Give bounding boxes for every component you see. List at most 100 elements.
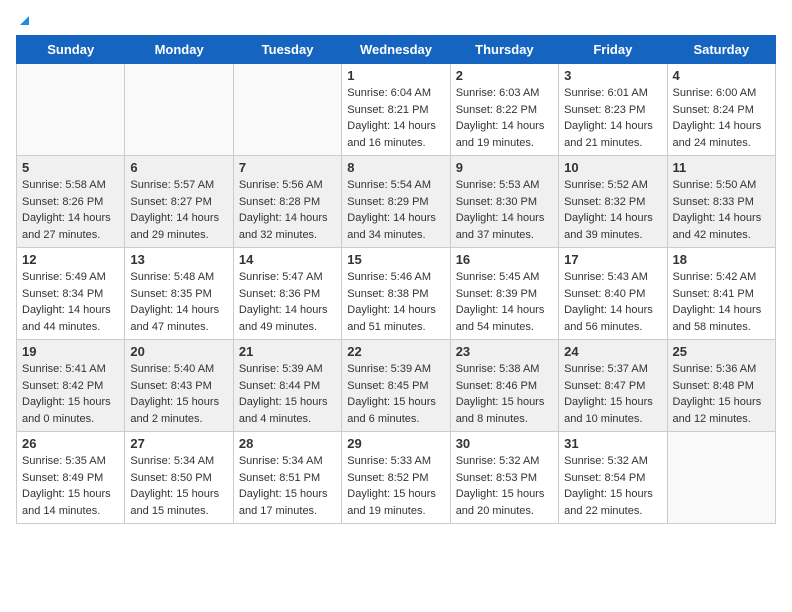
- sunrise-text: Sunrise: 5:52 AM: [564, 177, 661, 194]
- sunset-text: Sunset: 8:38 PM: [347, 286, 444, 303]
- sunrise-text: Sunrise: 5:50 AM: [673, 177, 770, 194]
- sunrise-text: Sunrise: 5:41 AM: [22, 361, 119, 378]
- calendar-cell: 9Sunrise: 5:53 AMSunset: 8:30 PMDaylight…: [450, 156, 558, 248]
- calendar-cell: 12Sunrise: 5:49 AMSunset: 8:34 PMDayligh…: [17, 248, 125, 340]
- calendar-cell: 1Sunrise: 6:04 AMSunset: 8:21 PMDaylight…: [342, 64, 450, 156]
- day-number: 18: [673, 252, 770, 267]
- sunrise-text: Sunrise: 5:48 AM: [130, 269, 227, 286]
- calendar-cell: 28 Sunrise: 5:34 AMSunset: 8:51 PMDayligh…: [233, 432, 341, 524]
- day-number: 4: [673, 68, 770, 83]
- sunset-text: Sunset: 8:21 PM: [347, 102, 444, 119]
- day-info: Sunrise: 5:57 AMSunset: 8:27 PMDaylight:…: [130, 177, 227, 243]
- sunset-text: Sunset: 8:39 PM: [456, 286, 553, 303]
- calendar-cell: 27Sunrise: 5:34 AMSunset: 8:50 PMDayligh…: [125, 432, 233, 524]
- daylight-text: Daylight: 15 hours and 22 minutes.: [564, 486, 661, 519]
- sunrise-text: Sunrise: 5:40 AM: [130, 361, 227, 378]
- daylight-text: Daylight: 14 hours and 27 minutes.: [22, 210, 119, 243]
- sunset-text: Sunset: 8:50 PM: [130, 470, 227, 487]
- day-info: Sunrise: 5:34 AMSunset: 8:50 PMDaylight:…: [130, 453, 227, 519]
- sunset-text: Sunset: 8:53 PM: [456, 470, 553, 487]
- sunrise-text: Sunrise: 5:37 AM: [564, 361, 661, 378]
- day-number: 22: [347, 344, 444, 359]
- calendar-cell: 15 Sunrise: 5:46 AMSunset: 8:38 PMDayligh…: [342, 248, 450, 340]
- calendar-cell: [125, 64, 233, 156]
- sunrise-text: Sunrise: 5:34 AM: [239, 453, 336, 470]
- day-info: Sunrise: 5:38 AMSunset: 8:46 PMDaylight:…: [456, 361, 553, 427]
- sunrise-text: Sunrise: 5:43 AM: [564, 269, 661, 286]
- sunrise-text: Sunrise: 5:46 AM: [347, 269, 444, 286]
- day-number: 19: [22, 344, 119, 359]
- sunset-text: Sunset: 8:46 PM: [456, 378, 553, 395]
- sunset-text: Sunset: 8:32 PM: [564, 194, 661, 211]
- sunrise-text: Sunrise: 5:57 AM: [130, 177, 227, 194]
- weekday-header: Friday: [559, 36, 667, 64]
- day-number: 15: [347, 252, 444, 267]
- day-number: 11: [673, 160, 770, 175]
- sunrise-text: Sunrise: 5:45 AM: [456, 269, 553, 286]
- sunset-text: Sunset: 8:42 PM: [22, 378, 119, 395]
- calendar-cell: 3 Sunrise: 6:01 AMSunset: 8:23 PMDaylight…: [559, 64, 667, 156]
- sunrise-text: Sunrise: 5:42 AM: [673, 269, 770, 286]
- calendar-cell: 18Sunrise: 5:42 AMSunset: 8:41 PMDayligh…: [667, 248, 775, 340]
- calendar-cell: 5Sunrise: 5:58 AMSunset: 8:26 PMDaylight…: [17, 156, 125, 248]
- weekday-header: Thursday: [450, 36, 558, 64]
- day-info: Sunrise: 5:56 AMSunset: 8:28 PMDaylight:…: [239, 177, 336, 243]
- sunrise-text: Sunrise: 5:39 AM: [239, 361, 336, 378]
- sunset-text: Sunset: 8:33 PM: [673, 194, 770, 211]
- sunset-text: Sunset: 8:48 PM: [673, 378, 770, 395]
- day-info: Sunrise: 6:04 AMSunset: 8:21 PMDaylight:…: [347, 85, 444, 151]
- sunset-text: Sunset: 8:22 PM: [456, 102, 553, 119]
- weekday-header: Tuesday: [233, 36, 341, 64]
- daylight-text: Daylight: 15 hours and 2 minutes.: [130, 394, 227, 427]
- calendar-cell: [17, 64, 125, 156]
- sunset-text: Sunset: 8:36 PM: [239, 286, 336, 303]
- daylight-text: Daylight: 14 hours and 19 minutes.: [456, 118, 553, 151]
- day-info: Sunrise: 5:45 AMSunset: 8:39 PMDaylight:…: [456, 269, 553, 335]
- calendar-cell: 21Sunrise: 5:39 AMSunset: 8:44 PMDayligh…: [233, 340, 341, 432]
- calendar-cell: 31Sunrise: 5:32 AMSunset: 8:54 PMDayligh…: [559, 432, 667, 524]
- calendar-cell: 6 Sunrise: 5:57 AMSunset: 8:27 PMDaylight…: [125, 156, 233, 248]
- calendar-cell: 11 Sunrise: 5:50 AMSunset: 8:33 PMDayligh…: [667, 156, 775, 248]
- calendar-cell: 29Sunrise: 5:33 AMSunset: 8:52 PMDayligh…: [342, 432, 450, 524]
- daylight-text: Daylight: 14 hours and 16 minutes.: [347, 118, 444, 151]
- day-number: 3: [564, 68, 661, 83]
- calendar-cell: [667, 432, 775, 524]
- day-info: Sunrise: 5:32 AMSunset: 8:53 PMDaylight:…: [456, 453, 553, 519]
- day-number: 25: [673, 344, 770, 359]
- sunset-text: Sunset: 8:44 PM: [239, 378, 336, 395]
- day-info: Sunrise: 5:50 AMSunset: 8:33 PMDaylight:…: [673, 177, 770, 243]
- sunset-text: Sunset: 8:28 PM: [239, 194, 336, 211]
- day-info: Sunrise: 5:47 AMSunset: 8:36 PMDaylight:…: [239, 269, 336, 335]
- day-info: Sunrise: 5:36 AMSunset: 8:48 PMDaylight:…: [673, 361, 770, 427]
- day-info: Sunrise: 5:34 AMSunset: 8:51 PMDaylight:…: [239, 453, 336, 519]
- calendar-cell: 24Sunrise: 5:37 AMSunset: 8:47 PMDayligh…: [559, 340, 667, 432]
- daylight-text: Daylight: 14 hours and 24 minutes.: [673, 118, 770, 151]
- daylight-text: Daylight: 15 hours and 17 minutes.: [239, 486, 336, 519]
- daylight-text: Daylight: 14 hours and 54 minutes.: [456, 302, 553, 335]
- day-info: Sunrise: 6:01 AMSunset: 8:23 PMDaylight:…: [564, 85, 661, 151]
- day-number: 28: [239, 436, 336, 451]
- sunrise-text: Sunrise: 6:03 AM: [456, 85, 553, 102]
- day-number: 6: [130, 160, 227, 175]
- day-info: Sunrise: 5:49 AMSunset: 8:34 PMDaylight:…: [22, 269, 119, 335]
- logo: [16, 16, 29, 25]
- day-info: Sunrise: 5:43 AMSunset: 8:40 PMDaylight:…: [564, 269, 661, 335]
- day-info: Sunrise: 5:35 AMSunset: 8:49 PMDaylight:…: [22, 453, 119, 519]
- daylight-text: Daylight: 14 hours and 37 minutes.: [456, 210, 553, 243]
- daylight-text: Daylight: 14 hours and 32 minutes.: [239, 210, 336, 243]
- weekday-header: Sunday: [17, 36, 125, 64]
- day-number: 30: [456, 436, 553, 451]
- daylight-text: Daylight: 14 hours and 29 minutes.: [130, 210, 227, 243]
- day-info: Sunrise: 5:33 AMSunset: 8:52 PMDaylight:…: [347, 453, 444, 519]
- sunset-text: Sunset: 8:54 PM: [564, 470, 661, 487]
- daylight-text: Daylight: 14 hours and 21 minutes.: [564, 118, 661, 151]
- calendar-cell: 25 Sunrise: 5:36 AMSunset: 8:48 PMDayligh…: [667, 340, 775, 432]
- daylight-text: Daylight: 15 hours and 6 minutes.: [347, 394, 444, 427]
- daylight-text: Daylight: 14 hours and 51 minutes.: [347, 302, 444, 335]
- day-number: 26: [22, 436, 119, 451]
- daylight-text: Daylight: 14 hours and 49 minutes.: [239, 302, 336, 335]
- daylight-text: Daylight: 14 hours and 39 minutes.: [564, 210, 661, 243]
- day-number: 21: [239, 344, 336, 359]
- sunset-text: Sunset: 8:43 PM: [130, 378, 227, 395]
- sunset-text: Sunset: 8:47 PM: [564, 378, 661, 395]
